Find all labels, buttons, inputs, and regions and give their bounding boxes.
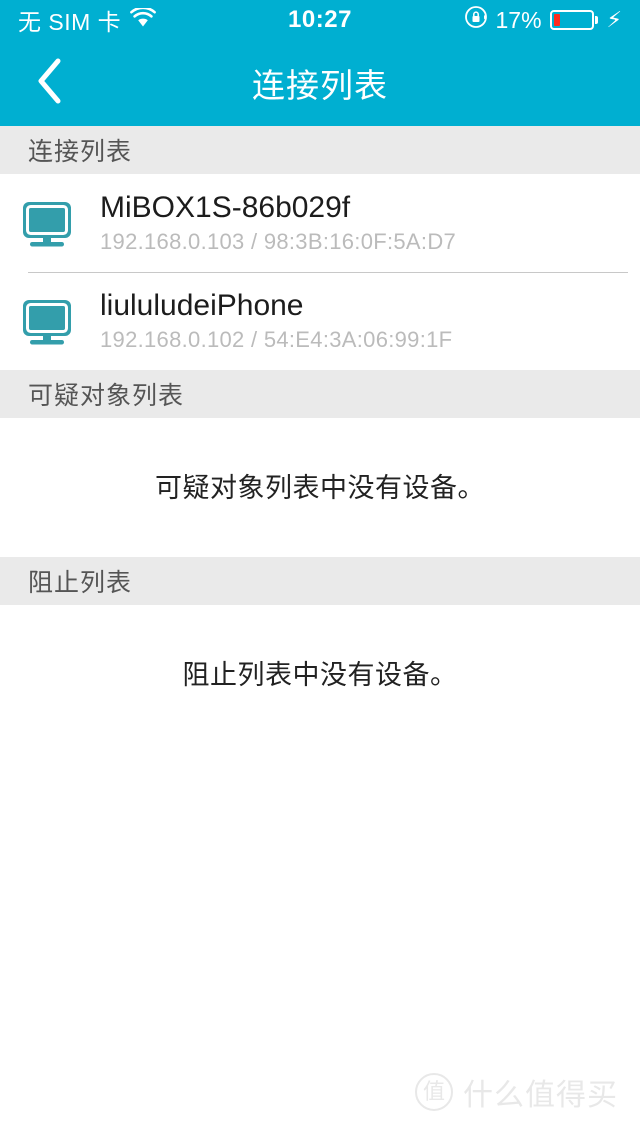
table-row[interactable]: MiBOX1S-86b029f 192.168.0.103 / 98:3B:16…	[0, 174, 640, 272]
wifi-icon	[130, 5, 157, 34]
nav-bar: 连接列表	[0, 40, 640, 126]
carrier-label: 无 SIM 卡	[18, 9, 122, 35]
device-info: liululudeiPhone 192.168.0.102 / 54:E4:3A…	[100, 289, 452, 353]
device-info: MiBOX1S-86b029f 192.168.0.103 / 98:3B:16…	[100, 191, 456, 255]
connected-device-list: MiBOX1S-86b029f 192.168.0.103 / 98:3B:16…	[0, 174, 640, 370]
monitor-icon	[16, 192, 78, 254]
chevron-left-icon	[33, 55, 67, 112]
section-header-suspicious: 可疑对象列表	[0, 370, 640, 418]
device-name: MiBOX1S-86b029f	[100, 191, 351, 225]
section-header-connected: 连接列表	[0, 126, 640, 174]
charging-bolt-icon: ⚡	[606, 7, 622, 32]
battery-percent-label: 17%	[495, 6, 542, 33]
status-bar-right: 17% ⚡	[464, 5, 622, 35]
device-name: liululudeiPhone	[100, 289, 304, 323]
device-address: 192.168.0.103 / 98:3B:16:0F:5A:D7	[100, 228, 457, 254]
status-bar-left: 无 SIM 卡	[18, 3, 157, 37]
smzdm-logo-icon: 值	[415, 1073, 453, 1111]
rotation-lock-icon	[464, 5, 488, 35]
page-title: 连接列表	[252, 67, 388, 104]
battery-icon	[549, 10, 598, 30]
monitor-icon	[16, 290, 78, 352]
status-bar: 无 SIM 卡 10:27 17% ⚡	[0, 0, 640, 40]
watermark: 值 什么值得买	[415, 1070, 618, 1114]
section-header-blocked: 阻止列表	[0, 557, 640, 605]
empty-state-blocked: 阻止列表中没有设备。	[0, 605, 640, 744]
device-address: 192.168.0.102 / 54:E4:3A:06:99:1F	[100, 326, 453, 352]
back-button[interactable]	[14, 40, 86, 126]
table-row[interactable]: liululudeiPhone 192.168.0.102 / 54:E4:3A…	[0, 272, 640, 370]
watermark-text: 什么值得买	[463, 1079, 618, 1112]
empty-state-suspicious: 可疑对象列表中没有设备。	[0, 418, 640, 557]
